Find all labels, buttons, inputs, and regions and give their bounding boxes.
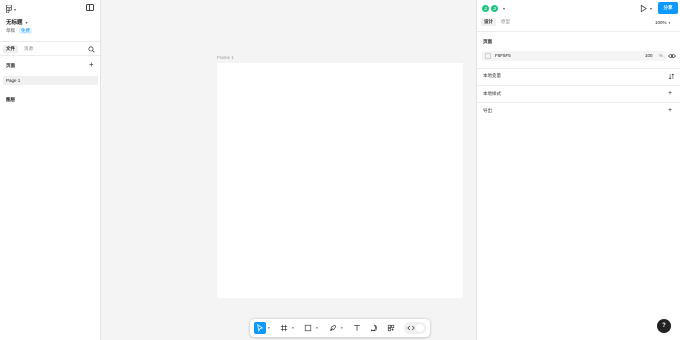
divider <box>477 102 680 103</box>
local-styles-label: 本地样式 <box>483 91 501 96</box>
bottom-toolbar: ▾ ▾ ▾ ▾ <box>250 319 430 337</box>
divider <box>477 31 680 32</box>
page-label: Page 1 <box>6 78 21 83</box>
code-icon <box>407 325 415 331</box>
add-export-plus-icon[interactable]: + <box>668 107 672 114</box>
figma-logo-icon <box>6 5 12 13</box>
frame[interactable] <box>217 63 463 298</box>
zoom-dropdown[interactable]: 100% ▾ <box>655 20 670 25</box>
left-tabs: 文件 资源 <box>0 41 100 56</box>
right-panel: J J ▾ ▾ 分享 设计 原型 100% ▾ 页面 F5F5F5 100 % … <box>476 0 680 340</box>
page-list-item[interactable]: Page 1 <box>3 76 98 85</box>
avatar[interactable]: J <box>481 4 490 13</box>
chevron-down-icon: ▾ <box>14 6 17 12</box>
share-button[interactable]: 分享 <box>658 2 678 14</box>
rectangle-icon <box>304 324 312 332</box>
move-tool-button[interactable] <box>254 322 266 334</box>
frame-icon <box>280 324 288 332</box>
help-button[interactable]: ? <box>657 319 671 333</box>
drafts-label[interactable]: 草稿 <box>6 28 15 34</box>
avatar[interactable]: J <box>490 4 499 13</box>
comment-icon <box>370 324 377 332</box>
add-style-plus-icon[interactable]: + <box>668 90 672 97</box>
page-section-heading: 页面 <box>483 39 492 44</box>
play-icon[interactable] <box>639 4 648 13</box>
left-panel: ▾ 无标题 ▾ 草稿 免费 文件 资源 页面 + Page 1 图层 <box>0 0 101 340</box>
move-tool-caret-icon[interactable]: ▾ <box>268 326 270 330</box>
eye-icon[interactable] <box>668 53 676 59</box>
divider <box>477 68 680 69</box>
toggle-knob <box>416 324 424 332</box>
page-background-field[interactable]: F5F5F5 100 % <box>482 51 666 61</box>
pen-tool-button[interactable] <box>327 322 339 334</box>
tab-file[interactable]: 文件 <box>3 45 18 53</box>
text-tool-button[interactable] <box>351 322 363 334</box>
background-opacity[interactable]: 100 <box>645 53 653 58</box>
chevron-down-icon: ▾ <box>668 20 671 25</box>
search-icon[interactable] <box>88 46 95 53</box>
shape-tool-caret-icon[interactable]: ▾ <box>316 326 318 330</box>
dev-mode-toggle[interactable] <box>404 322 426 334</box>
frame-label[interactable]: Frame 1 <box>217 55 234 60</box>
tab-assets[interactable]: 资源 <box>24 46 33 52</box>
canvas[interactable]: Frame 1 ▾ ▾ ▾ ▾ <box>101 0 476 340</box>
pen-icon <box>330 324 337 331</box>
file-title[interactable]: 无标题 ▾ <box>6 18 28 27</box>
frame-tool-button[interactable] <box>278 322 290 334</box>
frame-tool-caret-icon[interactable]: ▾ <box>292 326 294 330</box>
chevron-down-icon[interactable]: ▾ <box>650 6 652 11</box>
export-label: 导出 <box>483 108 492 113</box>
add-page-plus-icon[interactable]: + <box>89 61 94 69</box>
local-variables-label: 本地变量 <box>483 73 501 78</box>
pages-heading: 页面 <box>6 63 15 68</box>
plan-badge: 免费 <box>19 28 32 34</box>
divider <box>477 85 680 86</box>
chevron-down-icon[interactable]: ▾ <box>503 6 505 11</box>
tab-design[interactable]: 设计 <box>481 18 496 26</box>
zoom-value: 100% <box>655 20 667 25</box>
chevron-down-icon: ▾ <box>25 19 28 25</box>
tab-prototype[interactable]: 原型 <box>501 19 510 25</box>
actions-icon <box>387 324 395 332</box>
file-title-text: 无标题 <box>6 20 23 26</box>
comment-tool-button[interactable] <box>368 322 380 334</box>
background-hex[interactable]: F5F5F5 <box>495 53 511 58</box>
opacity-unit: % <box>659 53 664 58</box>
cursor-icon <box>257 324 264 332</box>
shape-tool-button[interactable] <box>302 322 314 334</box>
text-icon <box>354 325 360 331</box>
sort-variables-icon[interactable] <box>668 73 675 80</box>
layers-heading: 图层 <box>6 97 15 102</box>
sidebar-toggle-icon[interactable] <box>86 4 94 11</box>
file-meta: 草稿 免费 <box>6 28 32 34</box>
pen-tool-caret-icon[interactable]: ▾ <box>341 326 343 330</box>
actions-tool-button[interactable] <box>385 322 397 334</box>
main-menu[interactable]: ▾ <box>6 5 16 13</box>
color-swatch[interactable] <box>485 53 491 59</box>
